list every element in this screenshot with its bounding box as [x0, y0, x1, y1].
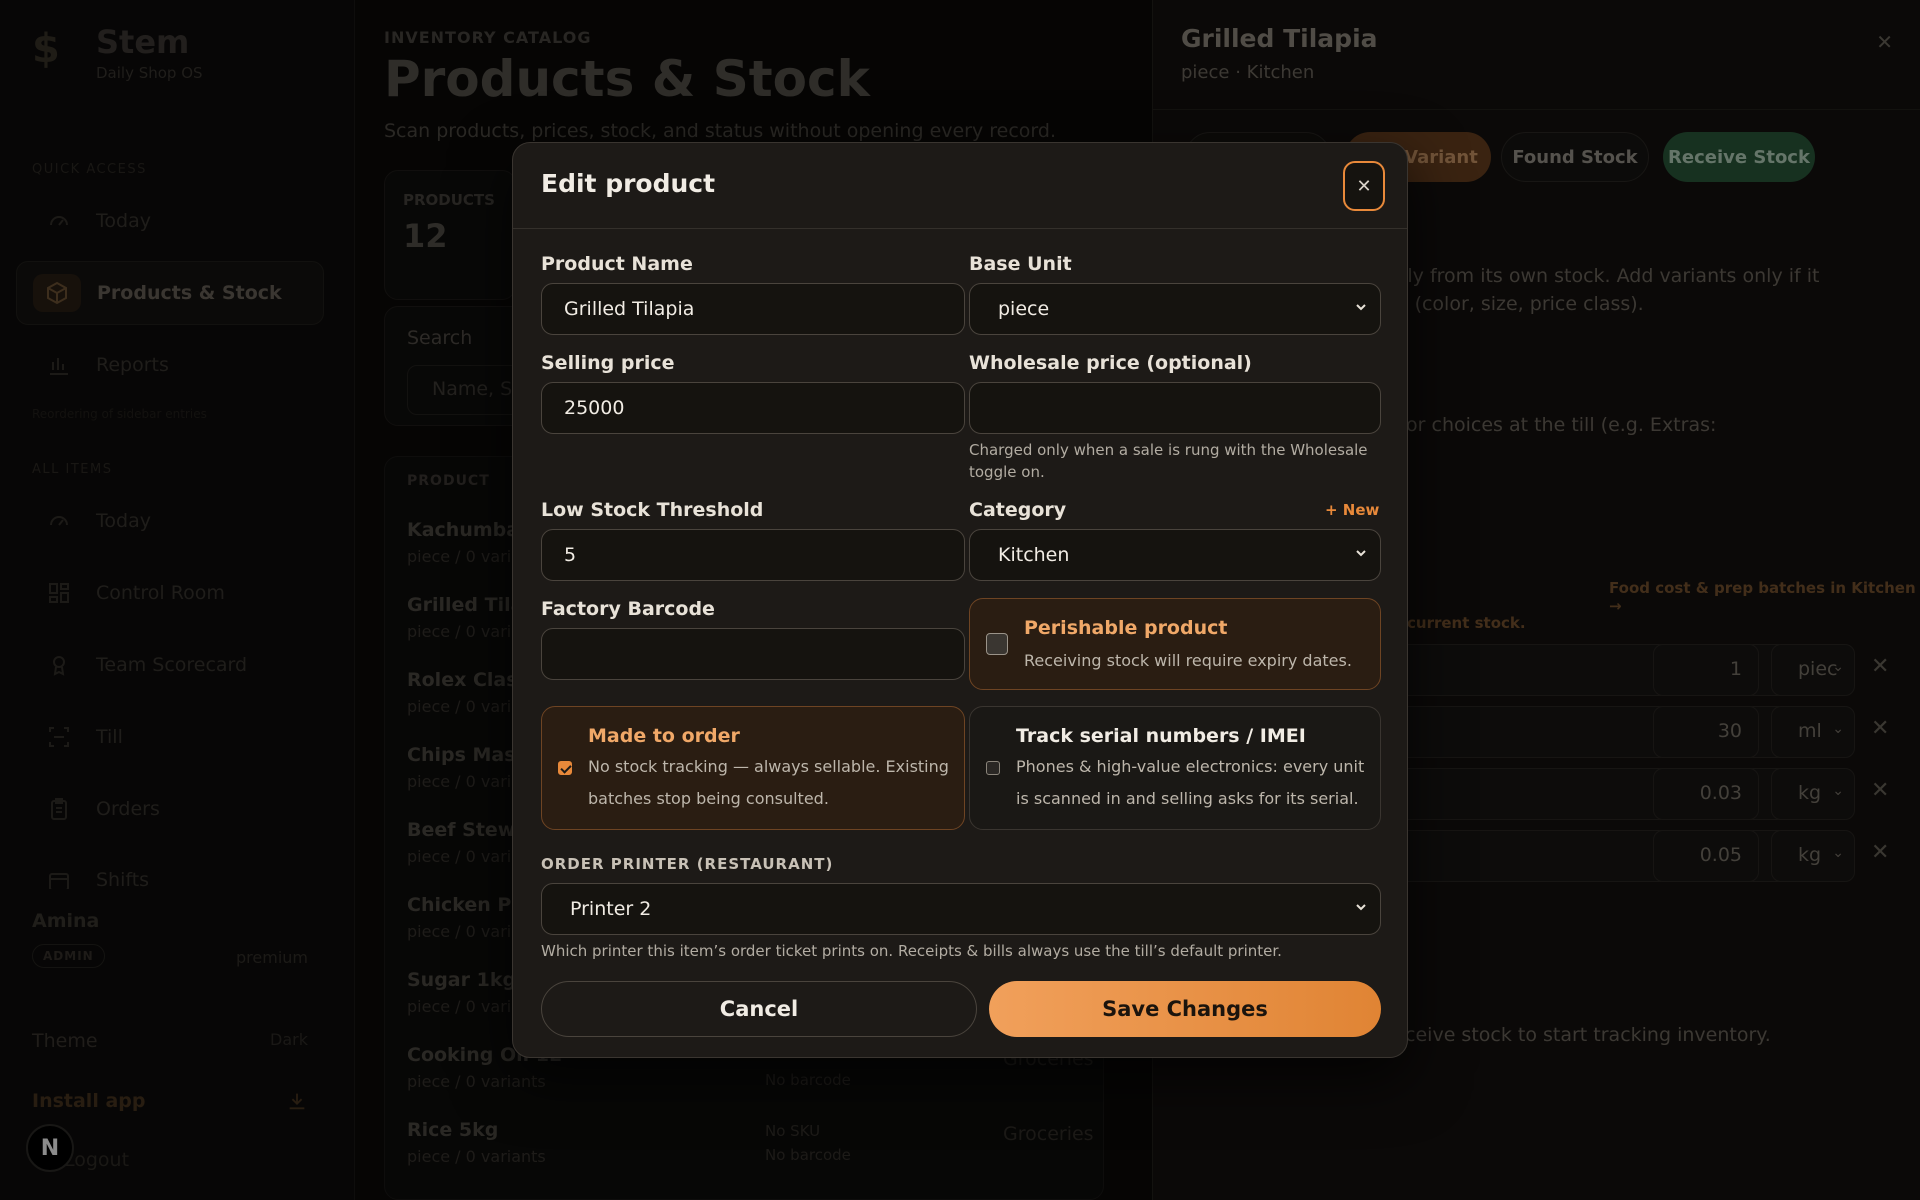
made-to-order-title: Made to order — [588, 725, 740, 747]
product-name-input[interactable]: Grilled Tilapia — [541, 283, 965, 335]
chevron-down-icon — [1356, 304, 1366, 311]
selling-price-input[interactable]: 25000 — [541, 382, 965, 434]
modal-header: Edit product ✕ — [513, 143, 1407, 229]
low-stock-input[interactable]: 5 — [541, 529, 965, 581]
made-to-order-option[interactable]: Made to order No stock tracking — always… — [541, 706, 965, 830]
chevron-down-icon — [1356, 550, 1366, 557]
wholesale-help-text: Charged only when a sale is rung with th… — [969, 441, 1368, 481]
category-label: Category — [969, 499, 1067, 521]
new-category-link[interactable]: + New — [1325, 501, 1379, 519]
save-changes-button[interactable]: Save Changes — [989, 981, 1381, 1037]
order-printer-select[interactable]: Printer 2 — [541, 883, 1381, 935]
chevron-down-icon — [1356, 904, 1366, 911]
serial-tracking-option[interactable]: Track serial numbers / IMEI Phones & hig… — [969, 706, 1381, 830]
product-name-label: Product Name — [541, 253, 693, 275]
category-value: Kitchen — [998, 544, 1070, 566]
perishable-checkbox[interactable] — [986, 633, 1008, 655]
wholesale-price-label: Wholesale price (optional) — [969, 352, 1252, 374]
perishable-option[interactable]: Perishable product Receiving stock will … — [969, 598, 1381, 690]
factory-barcode-input[interactable] — [541, 628, 965, 680]
made-to-order-description: No stock tracking — always sellable. Exi… — [588, 757, 949, 808]
order-printer-value: Printer 2 — [570, 898, 652, 920]
order-printer-help: Which printer this item’s order ticket p… — [541, 942, 1282, 960]
close-icon[interactable]: ✕ — [1343, 161, 1385, 211]
selling-price-label: Selling price — [541, 352, 675, 374]
category-select[interactable]: Kitchen — [969, 529, 1381, 581]
cancel-button[interactable]: Cancel — [541, 981, 977, 1037]
edit-product-modal: Edit product ✕ Product Name Grilled Tila… — [512, 142, 1408, 1058]
perishable-description: Receiving stock will require expiry date… — [1024, 651, 1352, 670]
factory-barcode-label: Factory Barcode — [541, 598, 715, 620]
serial-tracking-title: Track serial numbers / IMEI — [1016, 725, 1306, 747]
made-to-order-checkbox[interactable] — [558, 761, 572, 775]
modal-title: Edit product — [541, 169, 716, 198]
serial-tracking-description: Phones & high-value electronics: every u… — [1016, 757, 1365, 808]
base-unit-label: Base Unit — [969, 253, 1072, 275]
order-printer-caption: ORDER PRINTER (RESTAURANT) — [541, 855, 834, 873]
wholesale-price-input[interactable] — [969, 382, 1381, 434]
base-unit-select[interactable]: piece — [969, 283, 1381, 335]
serial-tracking-checkbox[interactable] — [986, 761, 1000, 775]
base-unit-value: piece — [998, 298, 1050, 320]
perishable-title: Perishable product — [1024, 617, 1228, 639]
low-stock-label: Low Stock Threshold — [541, 499, 764, 521]
